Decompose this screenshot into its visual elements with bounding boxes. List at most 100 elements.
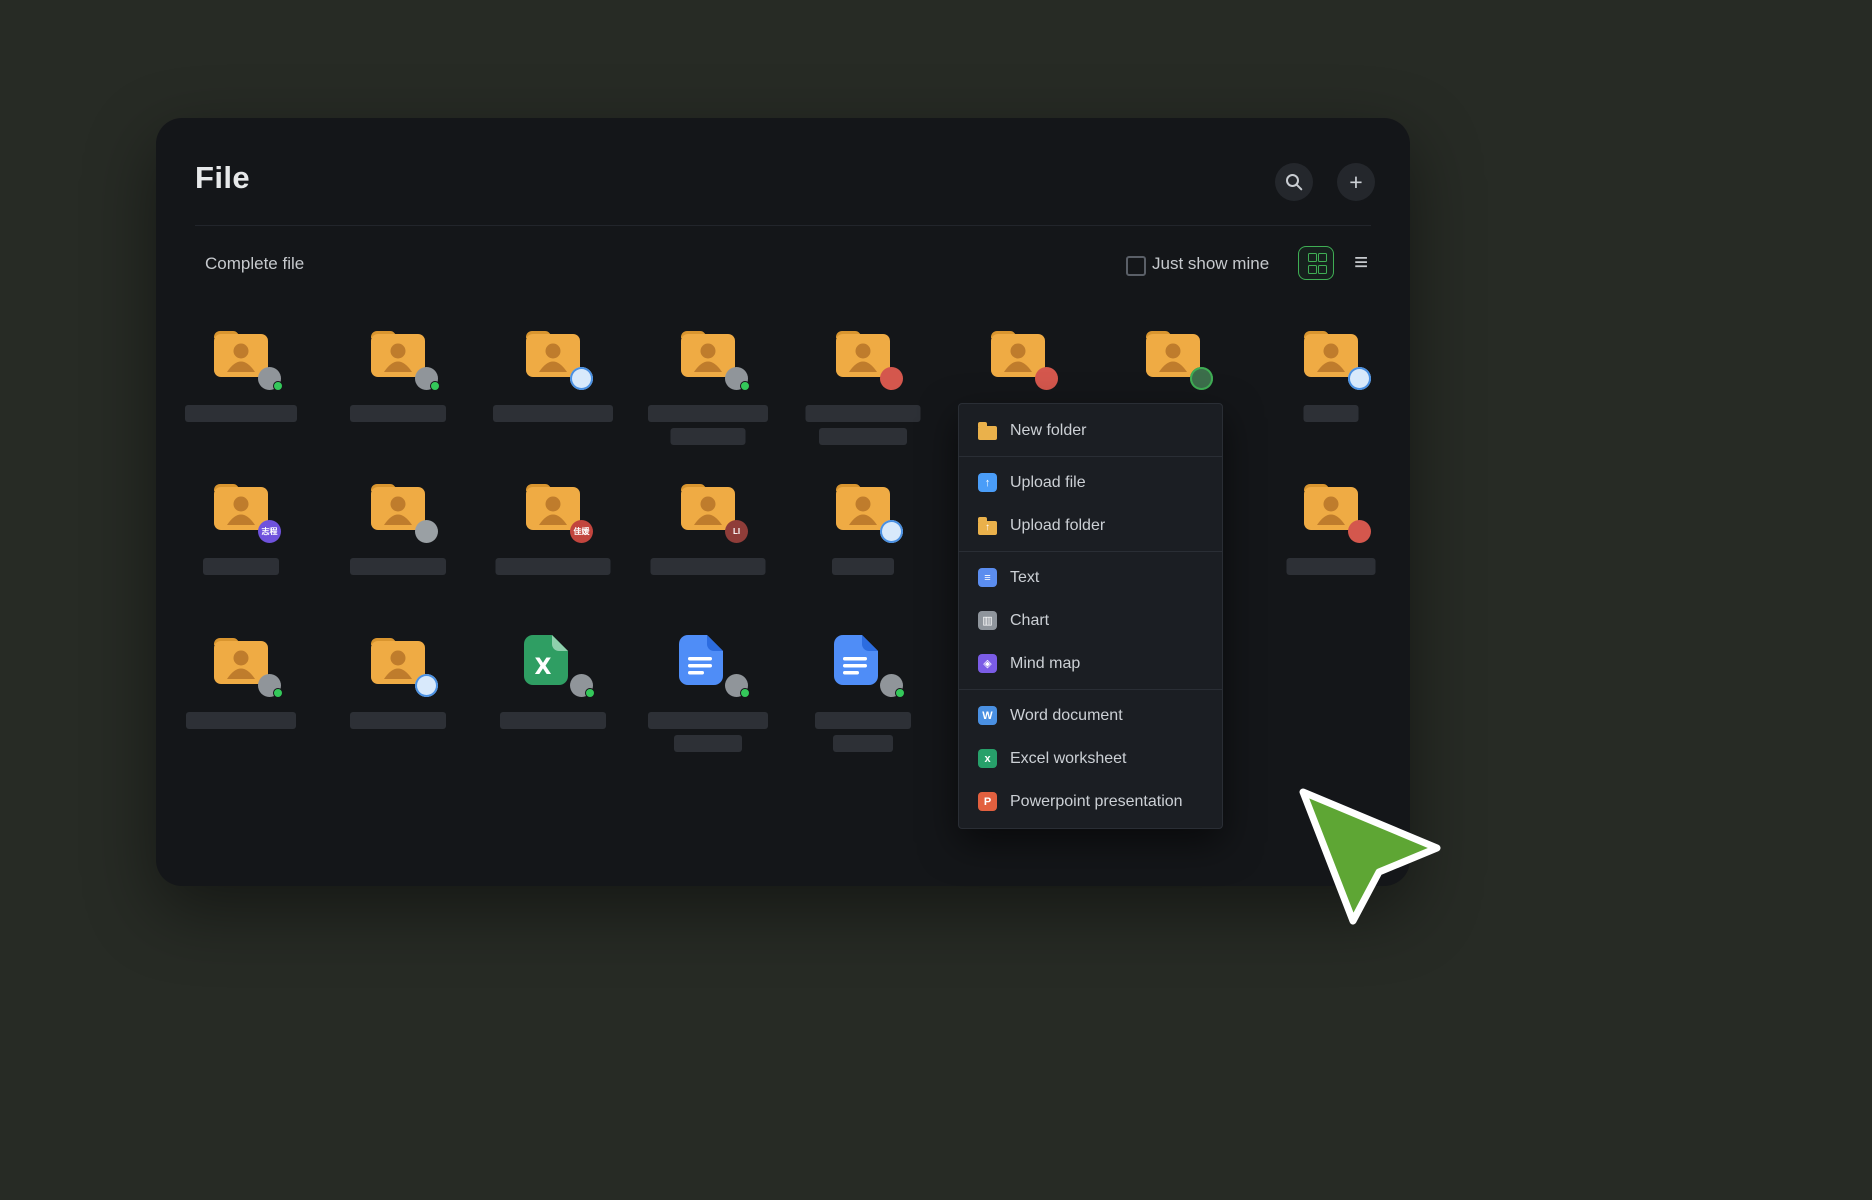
online-status-dot	[273, 688, 283, 698]
file-item[interactable]	[176, 325, 306, 457]
filename-placeholder	[493, 405, 613, 422]
avatar-badge	[725, 674, 748, 697]
menu-item-label: Upload folder	[1010, 517, 1105, 535]
avatar-badge: 佳媛	[570, 520, 593, 543]
menu-item-label: New folder	[1010, 422, 1086, 440]
menu-item-label: Chart	[1010, 612, 1049, 630]
folder-icon	[1298, 325, 1364, 383]
online-status-dot	[585, 688, 595, 698]
file-item[interactable]: LI	[643, 478, 773, 610]
menu-item-label: Powerpoint presentation	[1010, 793, 1183, 811]
menu-item-word[interactable]: WWord document	[959, 694, 1222, 737]
file-item[interactable]	[1266, 325, 1396, 457]
avatar-badge	[415, 367, 438, 390]
context-menu: New folder ↑ Upload file ↑ Upload folder ≡Tex…	[958, 403, 1223, 829]
filename-placeholder	[185, 405, 297, 422]
file-item[interactable]: 志程	[176, 478, 306, 610]
folder-icon	[520, 325, 586, 383]
menu-divider	[959, 456, 1222, 457]
filename-placeholder	[674, 735, 742, 752]
menu-item-new-folder[interactable]: New folder	[959, 409, 1222, 452]
desktop-background: File + Complete file Just show mine ≡ 志程…	[0, 0, 1872, 1200]
avatar-badge	[1348, 367, 1371, 390]
filename-placeholder	[350, 712, 446, 729]
menu-item-label: Upload file	[1010, 474, 1086, 492]
filename-placeholder	[671, 428, 746, 445]
avatar-badge	[1035, 367, 1058, 390]
new-folder-icon	[978, 426, 997, 440]
file-item[interactable]	[643, 632, 773, 764]
folder-icon	[208, 325, 274, 383]
chart-icon: ▥	[978, 611, 997, 630]
menu-divider	[959, 551, 1222, 552]
filename-placeholder	[203, 558, 279, 575]
excel-icon: x	[978, 749, 997, 768]
menu-item-upload-file[interactable]: ↑ Upload file	[959, 461, 1222, 504]
file-item[interactable]	[488, 325, 618, 457]
avatar-badge	[1348, 520, 1371, 543]
avatar-badge	[1190, 367, 1213, 390]
file-item[interactable]	[333, 632, 463, 764]
file-item[interactable]: 佳媛	[488, 478, 618, 610]
file-item[interactable]	[798, 632, 928, 764]
file-item[interactable]	[333, 478, 463, 610]
filename-placeholder	[350, 405, 446, 422]
file-item[interactable]	[798, 478, 928, 610]
filename-placeholder	[832, 558, 894, 575]
file-item[interactable]: X	[488, 632, 618, 764]
filename-placeholder	[833, 735, 893, 752]
online-status-dot	[273, 381, 283, 391]
svg-text:X: X	[535, 655, 552, 680]
menu-item-upload-folder[interactable]: ↑ Upload folder	[959, 504, 1222, 547]
doc-icon	[830, 632, 896, 690]
file-item[interactable]	[176, 632, 306, 764]
folder-icon	[208, 632, 274, 690]
file-item[interactable]	[798, 325, 928, 457]
menu-item-excel[interactable]: x Excel worksheet	[959, 737, 1222, 780]
avatar-badge	[880, 674, 903, 697]
filename-placeholder	[500, 712, 606, 729]
menu-item-chart[interactable]: ▥ Chart	[959, 599, 1222, 642]
file-item[interactable]	[643, 325, 773, 457]
doc-icon	[675, 632, 741, 690]
menu-item-mind-map[interactable]: ◈Mind map	[959, 642, 1222, 685]
avatar-badge	[725, 367, 748, 390]
menu-item-powerpoint[interactable]: P Powerpoint presentation	[959, 780, 1222, 823]
folder-icon	[1298, 478, 1364, 536]
powerpoint-icon: P	[978, 792, 997, 811]
menu-divider	[959, 689, 1222, 690]
filename-placeholder	[648, 405, 768, 422]
folder-icon	[365, 632, 431, 690]
online-status-dot	[430, 381, 440, 391]
upload-file-icon: ↑	[978, 473, 997, 492]
menu-item-label: Excel worksheet	[1010, 750, 1127, 768]
filename-placeholder	[1287, 558, 1376, 575]
filename-placeholder	[651, 558, 766, 575]
text-document-icon: ≡	[978, 568, 997, 587]
avatar-badge	[415, 674, 438, 697]
avatar-badge	[880, 367, 903, 390]
file-item[interactable]	[1266, 478, 1396, 610]
folder-icon: 佳媛	[520, 478, 586, 536]
filename-placeholder	[1304, 405, 1359, 422]
folder-icon: 志程	[208, 478, 274, 536]
file-item[interactable]	[333, 325, 463, 457]
folder-icon	[830, 325, 896, 383]
avatar-badge	[880, 520, 903, 543]
avatar-badge	[570, 367, 593, 390]
folder-icon: LI	[675, 478, 741, 536]
folder-icon	[1140, 325, 1206, 383]
avatar-badge	[570, 674, 593, 697]
filename-placeholder	[648, 712, 768, 729]
menu-item-text-document[interactable]: ≡Text	[959, 556, 1222, 599]
avatar-badge	[258, 367, 281, 390]
folder-icon	[985, 325, 1051, 383]
avatar-badge: LI	[725, 520, 748, 543]
avatar-badge	[415, 520, 438, 543]
folder-icon	[365, 325, 431, 383]
online-status-dot	[895, 688, 905, 698]
upload-folder-icon: ↑	[978, 521, 997, 535]
filename-placeholder	[806, 405, 921, 422]
folder-icon	[365, 478, 431, 536]
filename-placeholder	[815, 712, 911, 729]
